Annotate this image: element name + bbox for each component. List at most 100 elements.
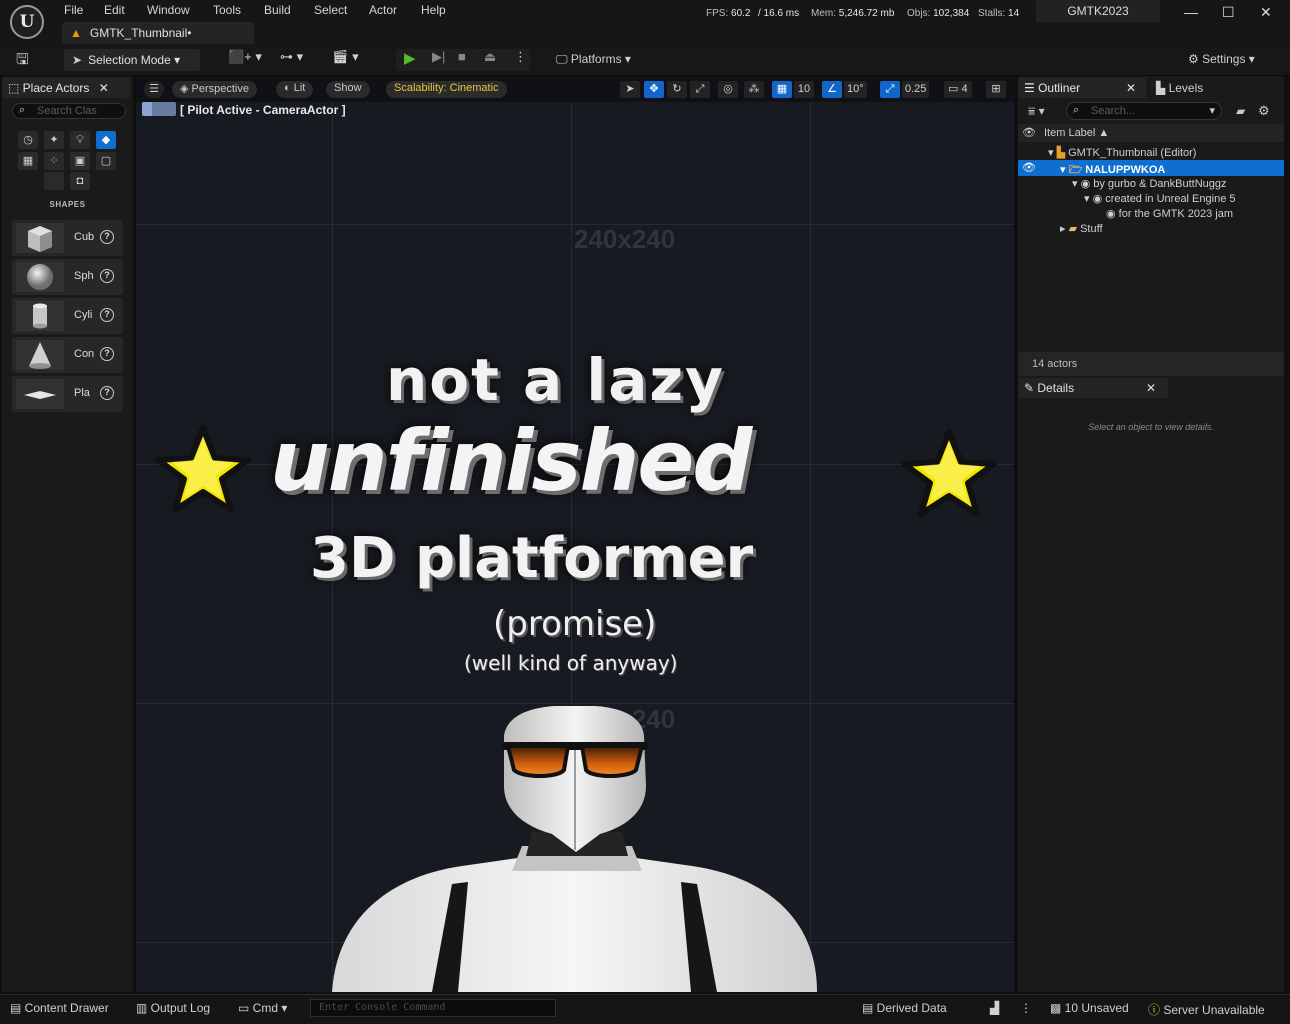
source-control-button[interactable]: ⓘ Server Unavailable [1148,1001,1265,1018]
expand-icon[interactable]: ▾ [1072,178,1081,190]
scale-icon[interactable]: ⤢ [690,81,710,98]
tree-row-folder-stuff[interactable]: ▸ ▰ Stuff [1060,222,1103,237]
rotation-snap-value[interactable]: 10° [844,81,867,98]
play-options-icon[interactable]: ⋮ [514,49,527,71]
tree-row-actor[interactable]: ▾ ◉ by gurbo & DankButtNuggz [1072,177,1227,192]
surface-snap-icon[interactable]: ⁂ [744,81,764,98]
add-actor-icon[interactable]: ⬛+ ▾ [228,49,262,71]
save-icon[interactable]: 🖫 [16,49,29,71]
settings-button[interactable]: ⚙ Settings ▾ [1188,49,1255,71]
maximize-icon[interactable]: ☐ [1222,4,1235,21]
rotation-snap-icon[interactable]: ∠ [822,81,842,98]
tree-row-actor[interactable]: ◉ for the GMTK 2023 jam [1106,207,1233,222]
cinematic-icon[interactable]: ▦ [18,152,38,170]
menu-edit[interactable]: Edit [104,3,125,17]
menu-select[interactable]: Select [314,3,347,17]
lit-button[interactable]: ◐ Lit [276,81,314,98]
help-icon[interactable]: ? [100,269,114,283]
expand-icon[interactable]: ▾ [1048,147,1057,159]
tree-row-selected[interactable]: 👁︎ ▾ 🗁︎ NALUPPWKOA [1018,160,1284,176]
lights-icon[interactable]: 💡︎ [70,131,90,149]
menu-help[interactable]: Help [421,3,446,17]
unsaved-button[interactable]: ▩ 10 Unsaved [1050,1001,1129,1015]
basic-icon[interactable]: ✦ [44,131,64,149]
menu-actor[interactable]: Actor [369,3,397,17]
output-log-button[interactable]: ▥ Output Log [136,1001,210,1015]
translate-icon[interactable]: ✥ [644,81,664,98]
shape-cone[interactable]: Con? [12,337,123,373]
show-button[interactable]: Show [326,81,370,98]
filter-icon[interactable]: ⩸ ▾ [1028,104,1045,119]
help-icon[interactable]: ? [100,308,114,322]
recent-icon[interactable]: ◷ [18,131,38,149]
grid-snap-toggle[interactable]: ▦ [772,81,792,98]
unreal-logo-icon[interactable]: U [10,5,44,39]
play-icon[interactable]: ▶ [404,49,416,71]
help-icon[interactable]: ? [100,386,114,400]
menu-window[interactable]: Window [147,3,190,17]
tree-row-actor[interactable]: ▾ ◉ created in Unreal Engine 5 [1084,192,1235,207]
close-tab-icon[interactable]: ✕ [1126,81,1136,95]
close-tab-icon[interactable]: ✕ [99,81,109,95]
place-actors-search[interactable]: ⌕ Search Clas [12,103,126,119]
help-icon[interactable]: ? [100,230,114,244]
stop-icon[interactable]: ■ [458,49,466,71]
outliner-search[interactable]: ⌕ Search... ▾ [1066,102,1222,120]
more-options-icon[interactable]: ⋮ [1020,1001,1032,1015]
selection-mode-dropdown[interactable]: ➤ Selection Mode ▾ [64,49,200,71]
shape-cylinder[interactable]: Cyli? [12,298,123,334]
cmd-dropdown[interactable]: ▭ Cmd ▾ [238,1001,287,1015]
menu-file[interactable]: File [64,3,83,17]
outliner-tab[interactable]: ☰ Outliner ✕ [1018,78,1146,98]
visibility-icon[interactable]: 👁︎ [1022,161,1036,174]
menu-tools[interactable]: Tools [213,3,241,17]
item-label-column[interactable]: 👁︎ Item Label ▲ [1018,124,1284,142]
expand-icon[interactable]: ▾ [1084,193,1093,205]
close-window-icon[interactable]: ✕ [1260,4,1272,21]
trace-icon[interactable]: ▟ [990,1001,999,1015]
camera-speed-button[interactable]: ▭ 4 [944,81,972,98]
place-actors-tab[interactable]: ⬚ Place Actors ✕ [2,78,130,98]
shapes-category-icon[interactable]: ◆ [96,131,116,149]
content-drawer-button[interactable]: ▤ Content Drawer [10,1001,109,1015]
viewport-menu-icon[interactable]: ☰ [144,81,164,98]
platforms-button[interactable]: 🖵 Platforms ▾ [556,49,631,71]
shape-plane[interactable]: Pla? [12,376,123,412]
gear-icon[interactable]: ⚙ [1258,103,1270,119]
grid-snap-value[interactable]: 10 [794,81,814,98]
more-category-icon[interactable]: ◘ [70,172,90,190]
scalability-button[interactable]: Scalability: Cinematic [386,81,507,98]
pilot-indicator[interactable]: [ Pilot Active - CameraActor ] [142,102,346,117]
levels-tab[interactable]: ▙ Levels [1152,78,1242,98]
shape-sphere[interactable]: Sph? [12,259,123,295]
rotate-icon[interactable]: ↻ [667,81,687,98]
all-classes-icon[interactable]: ▢ [96,152,116,170]
shape-cube[interactable]: Cub? [12,220,123,256]
add-folder-icon[interactable]: ▰ [1236,104,1245,118]
perspective-button[interactable]: ◈ Perspective [172,81,257,98]
collapse-icon[interactable]: ▸ [1060,223,1069,235]
blueprint-icon[interactable]: ⊶ ▾ [280,49,303,71]
tree-row-world[interactable]: ▾ ▙ GMTK_Thumbnail (Editor) [1048,146,1196,161]
menu-build[interactable]: Build [264,3,291,17]
cinematics-icon[interactable]: 🎬︎ ▾ [332,49,359,71]
console-input[interactable]: Enter Console Command [310,999,556,1017]
advance-frame-icon[interactable]: ▶| [432,49,445,71]
scale-snap-icon[interactable]: ⤢ [880,81,900,98]
close-tab-icon[interactable]: ✕ [1146,381,1156,395]
volumes-icon[interactable]: ▣ [70,152,90,170]
select-cursor-icon[interactable]: ➤ [620,81,640,98]
help-icon[interactable]: ? [100,347,114,361]
viewport-layout-icon[interactable]: ⊞ [986,81,1006,98]
derived-data-button[interactable]: ▤ Derived Data [862,1001,947,1015]
scale-snap-value[interactable]: 0.25 [902,81,930,98]
eject-icon[interactable]: ⏏ [484,49,496,71]
world-local-icon[interactable]: ◎ [718,81,738,98]
document-tab[interactable]: ▲ GMTK_Thumbnail• [62,22,254,44]
expand-icon: ▾ [1060,164,1069,176]
details-tab[interactable]: ✎ Details ✕ [1018,378,1168,398]
level-viewport[interactable]: 240x240 240x240 ☰ ◈ Perspective ◐ Lit Sh… [136,76,1014,992]
blank-category-icon[interactable] [44,172,64,190]
minimize-icon[interactable]: — [1184,4,1198,20]
visual-effects-icon[interactable]: ⁘ [44,152,64,170]
